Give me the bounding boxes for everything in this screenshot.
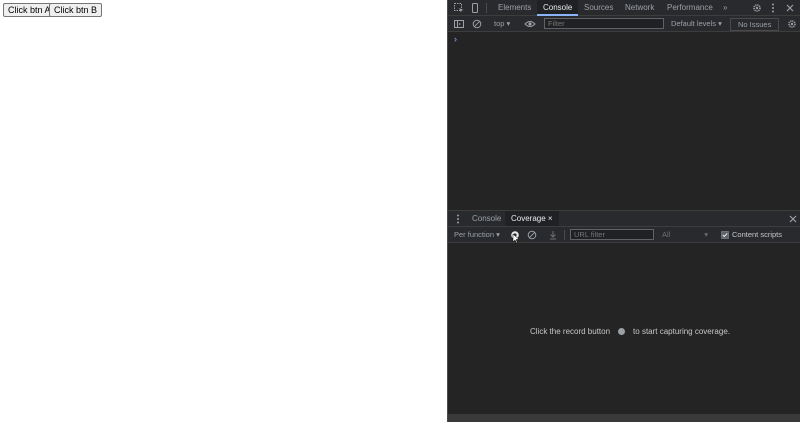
export-download-icon[interactable] [549, 230, 557, 240]
tab-console[interactable]: Console [537, 0, 579, 16]
drawer-statusbar [448, 414, 800, 422]
inspect-element-icon[interactable] [454, 3, 464, 13]
coverage-toolbar: Per function ▾ All▾ Content scripts [448, 227, 800, 244]
close-devtools-icon[interactable] [785, 3, 795, 13]
settings-gear-icon[interactable] [752, 3, 762, 13]
drawer-tab-console[interactable]: Console [466, 211, 507, 226]
coverage-mode-dropdown[interactable]: Per function ▾ [454, 227, 500, 243]
log-levels-dropdown[interactable]: Default levels ▾ [671, 16, 722, 32]
sidebar-toggle-icon[interactable] [454, 19, 464, 29]
drawer-menu-icon[interactable] [456, 214, 460, 224]
coverage-empty-message: Click the record button to start capturi… [530, 327, 730, 336]
empty-message-before: Click the record button [530, 327, 611, 336]
clear-coverage-icon[interactable] [527, 230, 537, 240]
click-btn-a[interactable]: Click btn A [3, 3, 56, 17]
console-toolbar: top ▾ Default levels ▾ No Issues [448, 16, 800, 32]
devtools-main-tabbar: Elements Console Sources Network Perform… [448, 0, 800, 16]
issues-button[interactable]: No Issues [730, 18, 780, 31]
console-prompt[interactable]: › [454, 34, 457, 44]
devtools-panel: Elements Console Sources Network Perform… [447, 0, 800, 422]
more-tabs-button[interactable]: » [717, 0, 733, 16]
empty-message-after: to start capturing coverage. [633, 327, 730, 336]
device-toolbar-icon[interactable] [470, 3, 480, 13]
live-expression-eye-icon[interactable] [524, 20, 536, 28]
close-drawer-icon[interactable] [788, 214, 798, 224]
clear-console-icon[interactable] [472, 19, 482, 29]
drawer-tab-coverage[interactable]: Coverage × [505, 211, 559, 226]
coverage-empty-state: Click the record button to start capturi… [448, 243, 800, 414]
drawer-tabbar: Console Coverage × [448, 210, 800, 227]
content-scripts-checkbox[interactable] [721, 231, 729, 239]
record-button-icon[interactable] [618, 328, 626, 335]
tab-sources[interactable]: Sources [578, 0, 619, 16]
url-filter-input[interactable] [570, 229, 654, 240]
close-coverage-tab-icon[interactable]: × [548, 214, 553, 223]
kebab-menu-icon[interactable] [770, 3, 776, 13]
console-settings-gear-icon[interactable] [787, 19, 797, 29]
tab-elements[interactable]: Elements [492, 0, 537, 16]
toolbar-divider [564, 230, 565, 240]
tabbar-divider [486, 3, 487, 13]
coverage-type-dropdown[interactable]: All ▾ [662, 227, 708, 243]
tab-performance[interactable]: Performance [661, 0, 719, 16]
content-scripts-label: Content scripts [732, 230, 783, 239]
console-filter-input[interactable] [544, 18, 664, 29]
console-output[interactable]: › [448, 32, 800, 210]
tab-network[interactable]: Network [619, 0, 660, 16]
inspected-page: Click btn A Click btn B [0, 0, 447, 422]
context-selector[interactable]: top ▾ [494, 16, 510, 32]
click-btn-b[interactable]: Click btn B [49, 3, 103, 17]
